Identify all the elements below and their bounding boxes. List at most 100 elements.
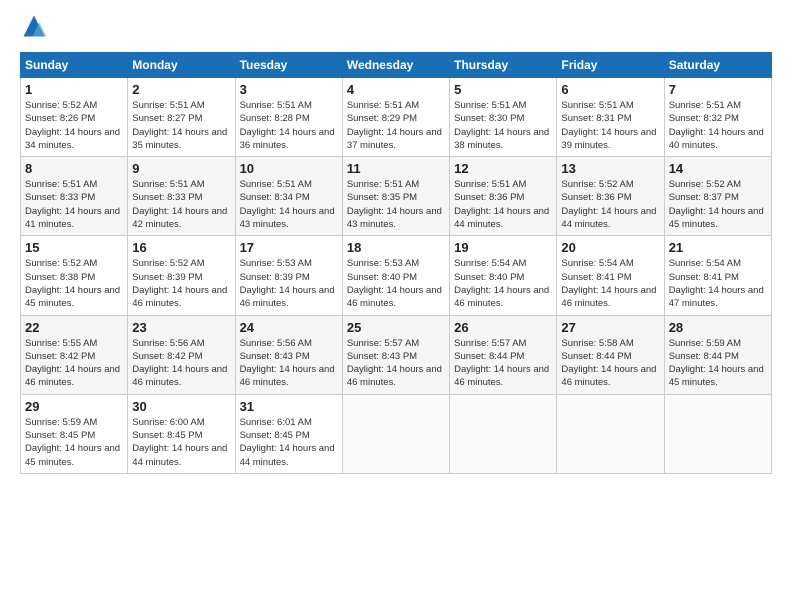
header (20, 16, 772, 40)
col-header-friday: Friday (557, 53, 664, 78)
calendar-cell: 20 Sunrise: 5:54 AM Sunset: 8:41 PM Dayl… (557, 236, 664, 315)
day-info: Sunrise: 5:59 AM Sunset: 8:44 PM Dayligh… (669, 337, 767, 390)
calendar-cell: 25 Sunrise: 5:57 AM Sunset: 8:43 PM Dayl… (342, 315, 449, 394)
calendar-cell: 16 Sunrise: 5:52 AM Sunset: 8:39 PM Dayl… (128, 236, 235, 315)
day-info: Sunrise: 5:57 AM Sunset: 8:43 PM Dayligh… (347, 337, 445, 390)
day-info: Sunrise: 5:51 AM Sunset: 8:31 PM Dayligh… (561, 99, 659, 152)
calendar-cell (342, 394, 449, 473)
calendar-cell (664, 394, 771, 473)
day-info: Sunrise: 5:56 AM Sunset: 8:43 PM Dayligh… (240, 337, 338, 390)
calendar-cell: 30 Sunrise: 6:00 AM Sunset: 8:45 PM Dayl… (128, 394, 235, 473)
calendar-cell: 9 Sunrise: 5:51 AM Sunset: 8:33 PM Dayli… (128, 157, 235, 236)
day-number: 31 (240, 399, 338, 414)
day-number: 12 (454, 161, 552, 176)
day-number: 26 (454, 320, 552, 335)
calendar-cell: 6 Sunrise: 5:51 AM Sunset: 8:31 PM Dayli… (557, 78, 664, 157)
calendar-cell: 7 Sunrise: 5:51 AM Sunset: 8:32 PM Dayli… (664, 78, 771, 157)
day-number: 19 (454, 240, 552, 255)
logo (20, 16, 52, 40)
week-row-4: 22 Sunrise: 5:55 AM Sunset: 8:42 PM Dayl… (21, 315, 772, 394)
day-info: Sunrise: 5:53 AM Sunset: 8:39 PM Dayligh… (240, 257, 338, 310)
calendar-cell: 14 Sunrise: 5:52 AM Sunset: 8:37 PM Dayl… (664, 157, 771, 236)
day-info: Sunrise: 5:57 AM Sunset: 8:44 PM Dayligh… (454, 337, 552, 390)
day-info: Sunrise: 5:54 AM Sunset: 8:41 PM Dayligh… (561, 257, 659, 310)
calendar-cell: 24 Sunrise: 5:56 AM Sunset: 8:43 PM Dayl… (235, 315, 342, 394)
calendar-cell: 4 Sunrise: 5:51 AM Sunset: 8:29 PM Dayli… (342, 78, 449, 157)
day-number: 25 (347, 320, 445, 335)
day-info: Sunrise: 6:00 AM Sunset: 8:45 PM Dayligh… (132, 416, 230, 469)
day-number: 5 (454, 82, 552, 97)
calendar-table: SundayMondayTuesdayWednesdayThursdayFrid… (20, 52, 772, 474)
day-number: 1 (25, 82, 123, 97)
day-info: Sunrise: 5:51 AM Sunset: 8:28 PM Dayligh… (240, 99, 338, 152)
calendar-cell: 8 Sunrise: 5:51 AM Sunset: 8:33 PM Dayli… (21, 157, 128, 236)
calendar-cell: 27 Sunrise: 5:58 AM Sunset: 8:44 PM Dayl… (557, 315, 664, 394)
calendar-cell: 10 Sunrise: 5:51 AM Sunset: 8:34 PM Dayl… (235, 157, 342, 236)
calendar-cell: 29 Sunrise: 5:59 AM Sunset: 8:45 PM Dayl… (21, 394, 128, 473)
col-header-saturday: Saturday (664, 53, 771, 78)
day-number: 14 (669, 161, 767, 176)
day-number: 16 (132, 240, 230, 255)
day-info: Sunrise: 5:51 AM Sunset: 8:35 PM Dayligh… (347, 178, 445, 231)
day-info: Sunrise: 5:52 AM Sunset: 8:26 PM Dayligh… (25, 99, 123, 152)
calendar-cell: 3 Sunrise: 5:51 AM Sunset: 8:28 PM Dayli… (235, 78, 342, 157)
day-number: 18 (347, 240, 445, 255)
day-number: 28 (669, 320, 767, 335)
day-number: 4 (347, 82, 445, 97)
calendar-cell: 1 Sunrise: 5:52 AM Sunset: 8:26 PM Dayli… (21, 78, 128, 157)
day-info: Sunrise: 5:52 AM Sunset: 8:38 PM Dayligh… (25, 257, 123, 310)
day-number: 23 (132, 320, 230, 335)
day-number: 8 (25, 161, 123, 176)
day-number: 13 (561, 161, 659, 176)
day-info: Sunrise: 5:51 AM Sunset: 8:32 PM Dayligh… (669, 99, 767, 152)
day-info: Sunrise: 6:01 AM Sunset: 8:45 PM Dayligh… (240, 416, 338, 469)
day-number: 27 (561, 320, 659, 335)
day-info: Sunrise: 5:51 AM Sunset: 8:33 PM Dayligh… (132, 178, 230, 231)
day-number: 24 (240, 320, 338, 335)
col-header-sunday: Sunday (21, 53, 128, 78)
day-info: Sunrise: 5:51 AM Sunset: 8:34 PM Dayligh… (240, 178, 338, 231)
day-info: Sunrise: 5:52 AM Sunset: 8:39 PM Dayligh… (132, 257, 230, 310)
logo-icon (20, 12, 48, 40)
calendar-cell: 19 Sunrise: 5:54 AM Sunset: 8:40 PM Dayl… (450, 236, 557, 315)
calendar-cell: 31 Sunrise: 6:01 AM Sunset: 8:45 PM Dayl… (235, 394, 342, 473)
day-info: Sunrise: 5:51 AM Sunset: 8:33 PM Dayligh… (25, 178, 123, 231)
day-info: Sunrise: 5:51 AM Sunset: 8:30 PM Dayligh… (454, 99, 552, 152)
calendar-cell: 18 Sunrise: 5:53 AM Sunset: 8:40 PM Dayl… (342, 236, 449, 315)
day-info: Sunrise: 5:59 AM Sunset: 8:45 PM Dayligh… (25, 416, 123, 469)
calendar-cell (450, 394, 557, 473)
col-header-monday: Monday (128, 53, 235, 78)
day-info: Sunrise: 5:58 AM Sunset: 8:44 PM Dayligh… (561, 337, 659, 390)
day-info: Sunrise: 5:54 AM Sunset: 8:41 PM Dayligh… (669, 257, 767, 310)
week-row-5: 29 Sunrise: 5:59 AM Sunset: 8:45 PM Dayl… (21, 394, 772, 473)
day-number: 22 (25, 320, 123, 335)
col-header-tuesday: Tuesday (235, 53, 342, 78)
calendar-cell (557, 394, 664, 473)
week-row-3: 15 Sunrise: 5:52 AM Sunset: 8:38 PM Dayl… (21, 236, 772, 315)
day-number: 9 (132, 161, 230, 176)
calendar-cell: 2 Sunrise: 5:51 AM Sunset: 8:27 PM Dayli… (128, 78, 235, 157)
day-number: 17 (240, 240, 338, 255)
day-number: 3 (240, 82, 338, 97)
day-info: Sunrise: 5:51 AM Sunset: 8:36 PM Dayligh… (454, 178, 552, 231)
day-number: 11 (347, 161, 445, 176)
calendar-cell: 5 Sunrise: 5:51 AM Sunset: 8:30 PM Dayli… (450, 78, 557, 157)
day-info: Sunrise: 5:51 AM Sunset: 8:29 PM Dayligh… (347, 99, 445, 152)
calendar-cell: 17 Sunrise: 5:53 AM Sunset: 8:39 PM Dayl… (235, 236, 342, 315)
day-number: 21 (669, 240, 767, 255)
col-header-wednesday: Wednesday (342, 53, 449, 78)
calendar-cell: 13 Sunrise: 5:52 AM Sunset: 8:36 PM Dayl… (557, 157, 664, 236)
calendar-cell: 15 Sunrise: 5:52 AM Sunset: 8:38 PM Dayl… (21, 236, 128, 315)
day-number: 6 (561, 82, 659, 97)
calendar-cell: 26 Sunrise: 5:57 AM Sunset: 8:44 PM Dayl… (450, 315, 557, 394)
week-row-1: 1 Sunrise: 5:52 AM Sunset: 8:26 PM Dayli… (21, 78, 772, 157)
day-number: 7 (669, 82, 767, 97)
day-number: 10 (240, 161, 338, 176)
calendar-cell: 12 Sunrise: 5:51 AM Sunset: 8:36 PM Dayl… (450, 157, 557, 236)
day-info: Sunrise: 5:54 AM Sunset: 8:40 PM Dayligh… (454, 257, 552, 310)
calendar-cell: 21 Sunrise: 5:54 AM Sunset: 8:41 PM Dayl… (664, 236, 771, 315)
day-info: Sunrise: 5:56 AM Sunset: 8:42 PM Dayligh… (132, 337, 230, 390)
day-number: 2 (132, 82, 230, 97)
day-number: 20 (561, 240, 659, 255)
week-row-2: 8 Sunrise: 5:51 AM Sunset: 8:33 PM Dayli… (21, 157, 772, 236)
